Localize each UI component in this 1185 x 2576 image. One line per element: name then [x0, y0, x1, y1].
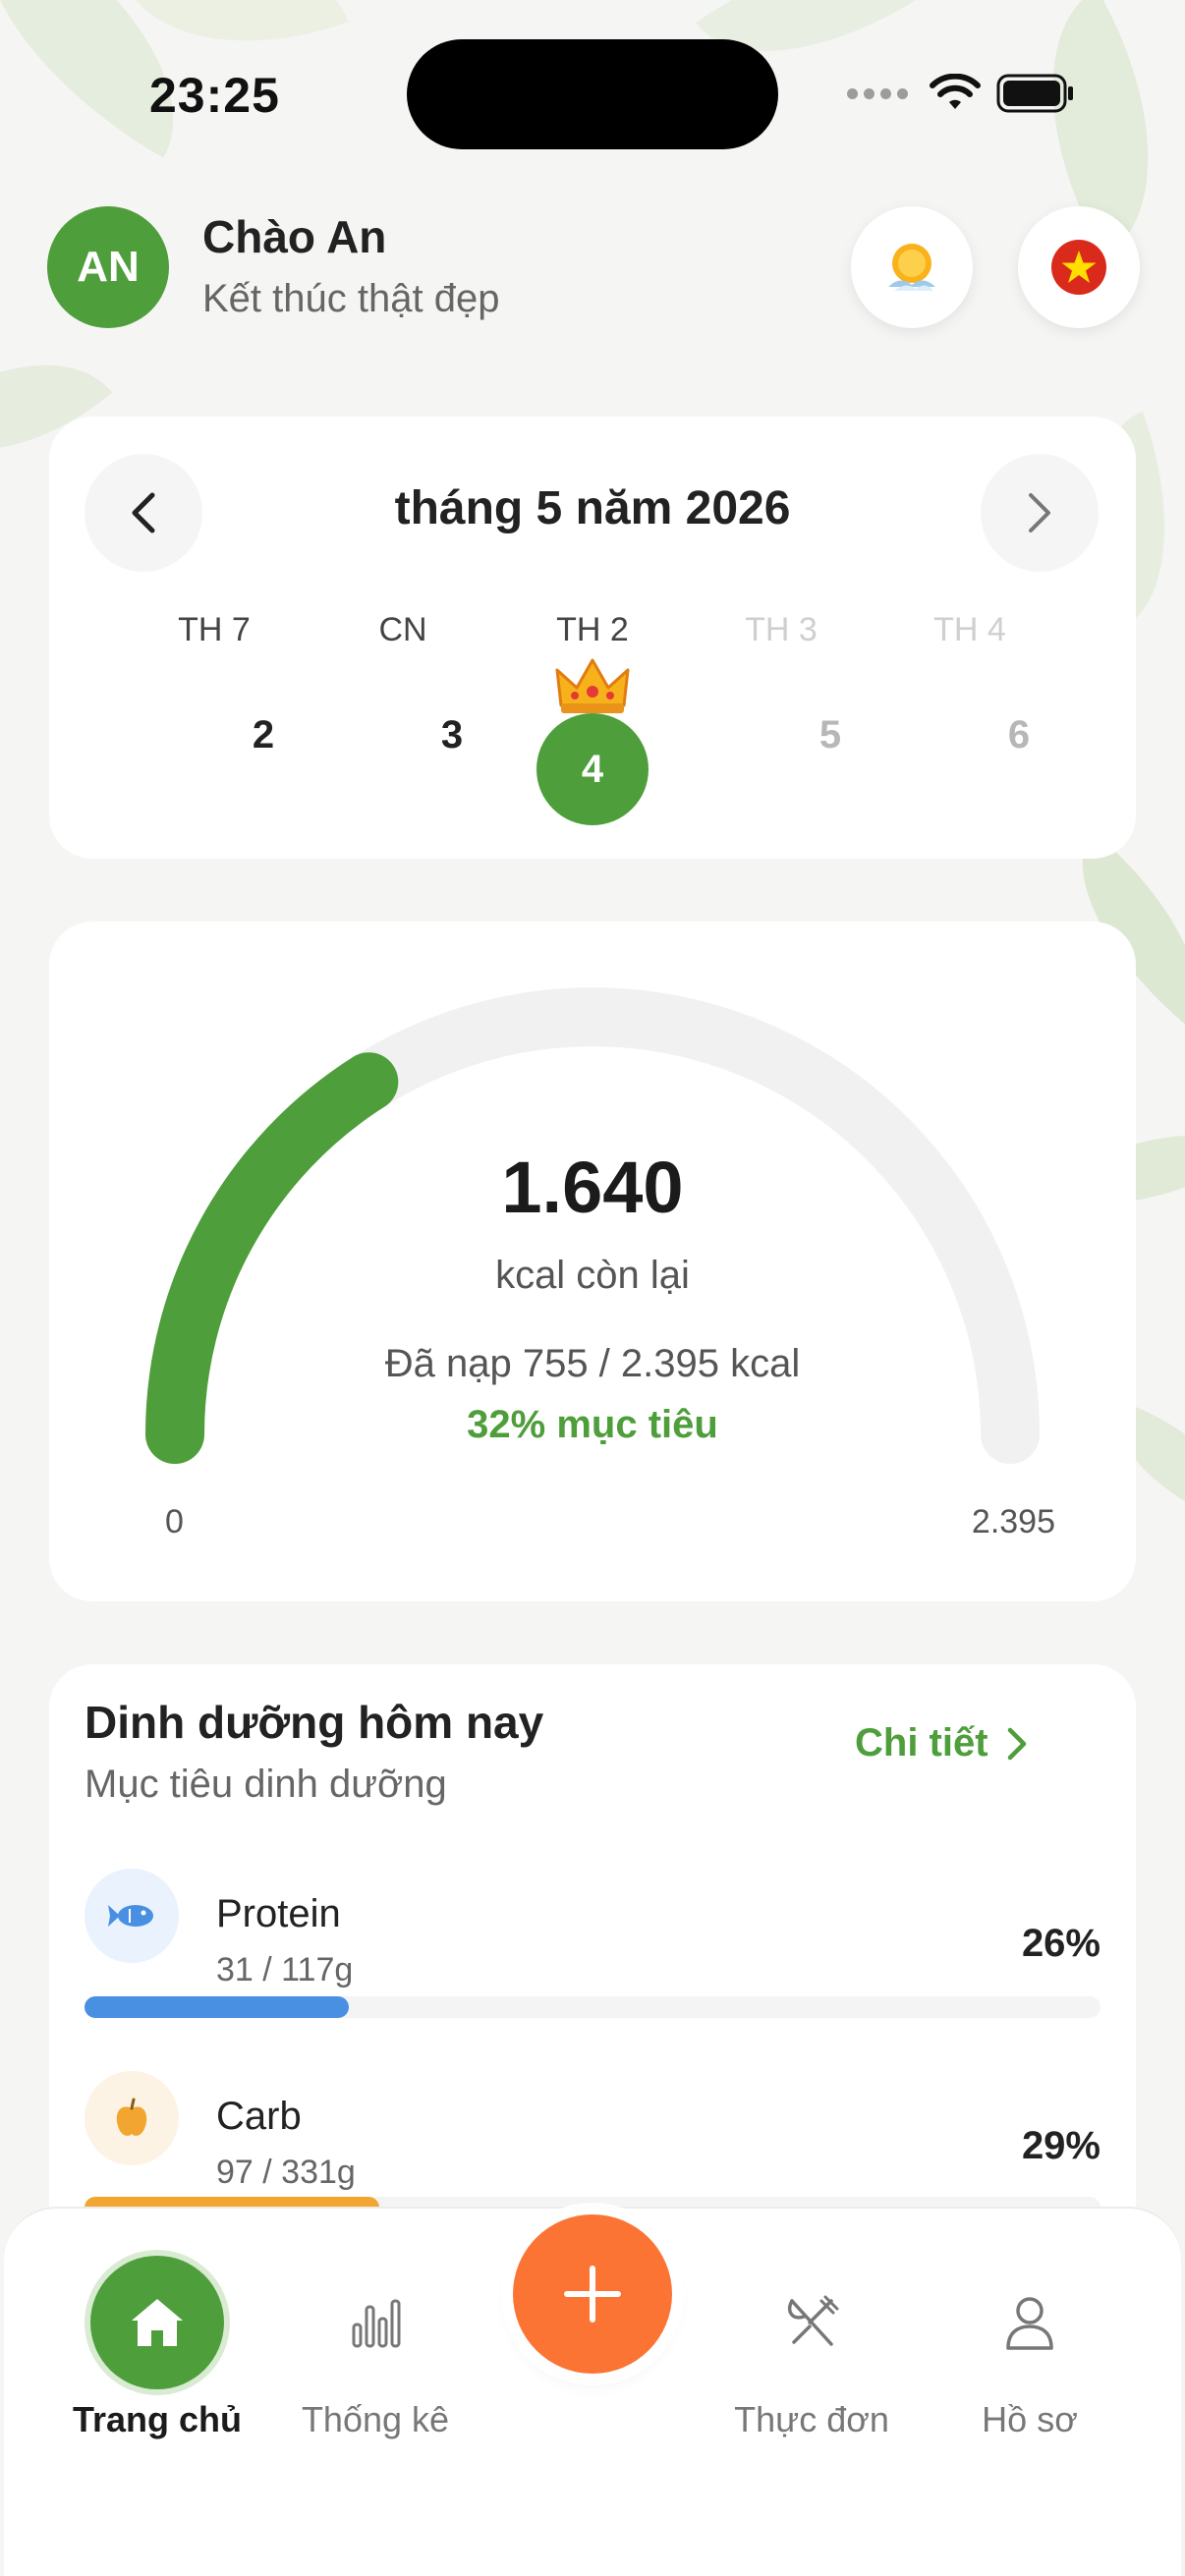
nutrition-subtitle: Mục tiêu dinh dưỡng [85, 1763, 447, 1806]
protein-amount: 31 / 117g [216, 1951, 354, 1988]
carb-icon-badge [85, 2071, 179, 2165]
carb-label: Carb [216, 2095, 302, 2138]
bar-chart-icon-wrap [309, 2256, 442, 2389]
detail-link-label: Chi tiết [855, 1721, 988, 1764]
carb-percent: 29% [1021, 2124, 1100, 2167]
calendar-day-selected[interactable]: 4 [536, 713, 649, 825]
sun-icon [888, 244, 935, 291]
gauge-max-label: 2.395 [971, 1503, 1055, 1540]
add-button[interactable] [513, 2214, 672, 2374]
weekday-label: CN [378, 611, 427, 648]
calendar-day[interactable]: 6 [921, 713, 1117, 757]
nutrition-title: Dinh dưỡng hôm nay [85, 1697, 544, 1748]
plus-icon [564, 2266, 621, 2323]
greeting-title: Chào An [202, 211, 387, 262]
user-icon [1006, 2297, 1053, 2350]
home-icon-wrap [90, 2256, 224, 2389]
next-month-button[interactable] [981, 454, 1099, 572]
calendar-day[interactable]: 5 [732, 713, 929, 757]
language-button[interactable] [1018, 206, 1140, 328]
battery-icon [996, 74, 1073, 113]
gauge-min-label: 0 [165, 1503, 184, 1540]
weather-button[interactable] [851, 206, 973, 328]
bar-chart-icon [352, 2299, 401, 2348]
calories-remaining-label: kcal còn lại [495, 1254, 690, 1297]
nav-label-stats: Thống kê [301, 2399, 450, 2439]
wifi-icon [930, 74, 981, 109]
signal-dots-icon [847, 87, 908, 99]
calendar-day[interactable]: 2 [165, 713, 362, 757]
apple-icon [116, 2098, 147, 2136]
carb-amount: 97 / 331g [216, 2154, 356, 2191]
chevron-right-icon [1007, 1727, 1026, 1760]
fish-icon [108, 1905, 153, 1927]
protein-progress-bar [85, 1996, 1100, 2018]
crown-icon [555, 658, 630, 713]
nav-label-menu: Thực đơn [734, 2399, 889, 2439]
user-icon-wrap [963, 2256, 1097, 2389]
calories-consumed: Đã nạp 755 / 2.395 kcal [384, 1342, 801, 1385]
nav-label-home: Trang chủ [72, 2399, 243, 2439]
weekday-label: TH 3 [745, 611, 818, 648]
utensils-icon [787, 2295, 839, 2346]
vietnam-flag-icon [1051, 240, 1106, 295]
weekday-label: TH 2 [556, 611, 629, 648]
greeting-subtitle: Kết thúc thật đẹp [202, 277, 500, 320]
protein-icon-badge [85, 1869, 179, 1963]
chevron-right-icon [1029, 493, 1050, 532]
month-title: tháng 5 năm 2026 [394, 482, 791, 534]
home-icon [132, 2299, 183, 2346]
calories-remaining: 1.640 [501, 1147, 684, 1228]
protein-percent: 26% [1021, 1922, 1100, 1965]
weekday-label: TH 7 [178, 611, 251, 648]
status-icons [847, 73, 1075, 114]
detail-link[interactable]: Chi tiết [855, 1721, 1028, 1765]
nav-label-profile: Hồ sơ [982, 2399, 1078, 2439]
status-time: 23:25 [149, 68, 280, 123]
weekday-label: TH 4 [933, 611, 1006, 648]
protein-label: Protein [216, 1892, 341, 1935]
dynamic-island [407, 39, 778, 149]
utensils-icon-wrap [745, 2256, 878, 2389]
calories-goal-percent: 32% mục tiêu [467, 1403, 718, 1446]
calendar-day[interactable]: 3 [354, 713, 550, 757]
calendar-card: tháng 5 năm 2026 TH 7 CN TH 2 TH 3 TH 4 … [49, 417, 1136, 859]
avatar[interactable]: AN [47, 206, 169, 328]
calorie-gauge-card: 1.640 kcal còn lại Đã nạp 755 / 2.395 kc… [49, 922, 1136, 1601]
protein-progress-fill [85, 1996, 349, 2018]
